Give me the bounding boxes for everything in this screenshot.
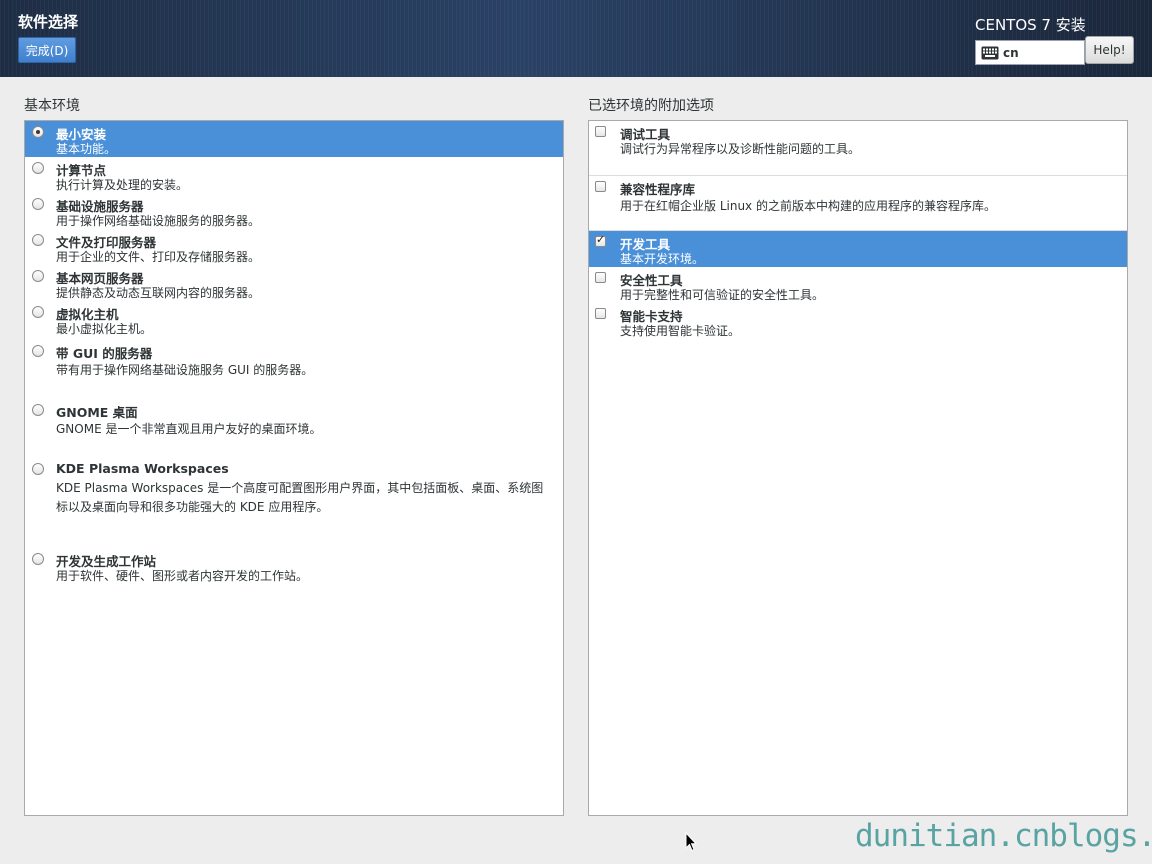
checkbox[interactable] bbox=[595, 308, 606, 319]
page-title: 软件选择 bbox=[18, 13, 79, 31]
header-texture bbox=[0, 0, 1152, 77]
environment-name: 带 GUI 的服务器 bbox=[56, 346, 153, 361]
keyboard-layout-indicator[interactable]: cn bbox=[975, 40, 1085, 65]
addon-desc: 调试行为异常程序以及诊断性能问题的工具。 bbox=[620, 142, 861, 156]
environment-desc: 用于软件、硬件、图形或者内容开发的工作站。 bbox=[56, 569, 309, 583]
done-button[interactable]: 完成(D) bbox=[18, 37, 76, 63]
radio-button[interactable] bbox=[32, 270, 44, 282]
radio-button[interactable] bbox=[32, 198, 44, 210]
mouse-cursor-icon bbox=[685, 831, 698, 856]
radio-button[interactable] bbox=[32, 463, 44, 475]
addon-item-security-tools[interactable]: 安全性工具 用于完整性和可信验证的安全性工具。 bbox=[589, 267, 1127, 303]
base-environment-title: 基本环境 bbox=[24, 98, 80, 114]
environment-desc: GNOME 是一个非常直观且用户友好的桌面环境。 bbox=[56, 422, 322, 436]
radio-button[interactable] bbox=[32, 126, 44, 138]
environment-item-kde-plasma[interactable]: KDE Plasma Workspaces KDE Plasma Workspa… bbox=[25, 458, 563, 548]
environment-item-gnome-desktop[interactable]: GNOME 桌面 GNOME 是一个非常直观且用户友好的桌面环境。 bbox=[25, 399, 563, 457]
keyboard-layout-label: cn bbox=[1003, 46, 1019, 60]
help-button[interactable]: Help! bbox=[1085, 36, 1134, 64]
addon-item-debugging-tools[interactable]: 调试工具 调试行为异常程序以及诊断性能问题的工具。 bbox=[589, 121, 1127, 175]
environment-item-compute-node[interactable]: 计算节点 执行计算及处理的安装。 bbox=[25, 157, 563, 193]
environment-desc: 最小虚拟化主机。 bbox=[56, 322, 153, 336]
keyboard-icon bbox=[981, 45, 999, 64]
environment-item-infrastructure-server[interactable]: 基础设施服务器 用于操作网络基础设施服务的服务器。 bbox=[25, 193, 563, 229]
addon-item-development-tools[interactable]: 开发工具 基本开发环境。 bbox=[589, 231, 1127, 267]
checkbox[interactable] bbox=[595, 181, 606, 192]
radio-button[interactable] bbox=[32, 404, 44, 416]
radio-button[interactable] bbox=[32, 306, 44, 318]
environment-item-web-server[interactable]: 基本网页服务器 提供静态及动态互联网内容的服务器。 bbox=[25, 265, 563, 301]
base-environment-list[interactable]: 最小安装 基本功能。 计算节点 执行计算及处理的安装。 基础设施服务器 用于操作… bbox=[24, 120, 564, 816]
environment-item-file-print-server[interactable]: 文件及打印服务器 用于企业的文件、打印及存储服务器。 bbox=[25, 229, 563, 265]
checkbox[interactable] bbox=[595, 272, 606, 283]
header-bar: 软件选择 完成(D) CENTOS 7 安装 cn Help! bbox=[0, 0, 1152, 77]
environment-item-server-with-gui[interactable]: 带 GUI 的服务器 带有用于操作网络基础设施服务 GUI 的服务器。 bbox=[25, 340, 563, 398]
radio-button[interactable] bbox=[32, 162, 44, 174]
addon-desc: 用于在红帽企业版 Linux 的之前版本中构建的应用程序的兼容程序库。 bbox=[620, 199, 996, 213]
addon-desc: 支持使用智能卡验证。 bbox=[620, 324, 741, 338]
radio-button[interactable] bbox=[32, 345, 44, 357]
checkbox[interactable] bbox=[595, 126, 606, 137]
product-title: CENTOS 7 安装 bbox=[975, 16, 1086, 34]
addon-name: 兼容性程序库 bbox=[620, 182, 696, 197]
environment-name: KDE Plasma Workspaces bbox=[56, 461, 229, 476]
environment-item-minimal[interactable]: 最小安装 基本功能。 bbox=[25, 121, 563, 157]
radio-button[interactable] bbox=[32, 553, 44, 565]
environment-desc: KDE Plasma Workspaces 是一个高度可配置图形用户界面，其中包… bbox=[56, 481, 544, 514]
addons-title: 已选环境的附加选项 bbox=[588, 98, 714, 114]
watermark-text: dunitian.cnblogs.com bbox=[855, 818, 1152, 854]
addon-list[interactable]: 调试工具 调试行为异常程序以及诊断性能问题的工具。 兼容性程序库 用于在红帽企业… bbox=[588, 120, 1128, 816]
environment-name: GNOME 桌面 bbox=[56, 405, 138, 420]
environment-item-development-workstation[interactable]: 开发及生成工作站 用于软件、硬件、图形或者内容开发的工作站。 bbox=[25, 548, 563, 588]
addon-item-compat-libraries[interactable]: 兼容性程序库 用于在红帽企业版 Linux 的之前版本中构建的应用程序的兼容程序… bbox=[589, 176, 1127, 230]
environment-item-virtualization-host[interactable]: 虚拟化主机 最小虚拟化主机。 bbox=[25, 301, 563, 339]
radio-button[interactable] bbox=[32, 234, 44, 246]
addon-item-smart-card-support[interactable]: 智能卡支持 支持使用智能卡验证。 bbox=[589, 303, 1127, 339]
environment-desc: 带有用于操作网络基础设施服务 GUI 的服务器。 bbox=[56, 363, 314, 377]
checkbox[interactable] bbox=[595, 233, 606, 247]
